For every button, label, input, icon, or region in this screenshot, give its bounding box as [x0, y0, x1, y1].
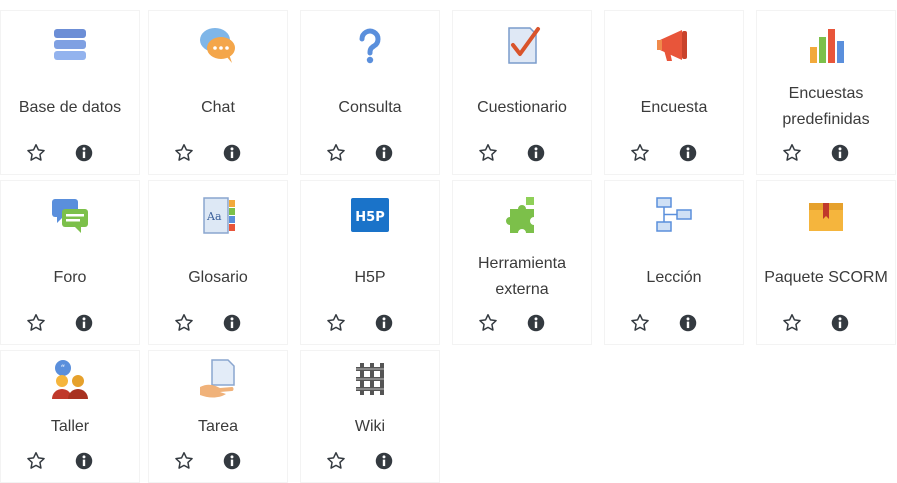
info-circle-icon[interactable] — [373, 312, 395, 334]
star-outline-icon[interactable] — [325, 142, 347, 164]
activity-tile-paquete-scorm[interactable]: Paquete SCORM — [756, 180, 896, 345]
activity-label: Herramienta externa — [477, 255, 567, 298]
star-outline-icon[interactable] — [477, 142, 499, 164]
info-circle-icon[interactable] — [73, 142, 95, 164]
star-outline-icon[interactable] — [781, 312, 803, 334]
database-icon — [54, 29, 86, 60]
activity-tile-encuestas-predefinidas[interactable]: Encuestas predefinidas — [756, 10, 896, 175]
activity-label: Wiki — [354, 418, 386, 435]
activity-chooser-grid: Base de datos Chat Consulta Cuestionario… — [0, 0, 897, 483]
info-circle-icon[interactable] — [373, 142, 395, 164]
activity-tile-foro[interactable]: Foro — [0, 180, 140, 345]
star-outline-icon[interactable] — [173, 142, 195, 164]
info-circle-icon[interactable] — [73, 450, 95, 472]
activity-label: Lección — [646, 269, 702, 286]
question-mark-icon — [359, 28, 381, 64]
svg-text:“: “ — [61, 364, 66, 374]
activity-tile-glosario[interactable]: Aa Glosario — [148, 180, 288, 345]
h5p-logo-icon: H5P — [351, 198, 389, 232]
star-outline-icon[interactable] — [629, 312, 651, 334]
info-circle-icon[interactable] — [677, 142, 699, 164]
activity-label: H5P — [354, 269, 386, 286]
activity-label: Cuestionario — [477, 99, 567, 116]
activity-tile-wiki[interactable]: Wiki — [300, 350, 440, 483]
info-circle-icon[interactable] — [221, 142, 243, 164]
megaphone-icon — [657, 30, 687, 61]
activity-tile-taller[interactable]: “ Taller — [0, 350, 140, 483]
svg-text:H5P: H5P — [355, 210, 384, 225]
star-outline-icon[interactable] — [325, 450, 347, 472]
assignment-hand-icon — [200, 359, 235, 398]
quiz-checkmark-icon — [508, 27, 540, 64]
activity-label: Chat — [201, 99, 235, 116]
star-outline-icon[interactable] — [325, 312, 347, 334]
info-circle-icon[interactable] — [829, 312, 851, 334]
workshop-people-icon: “ — [52, 360, 88, 399]
activity-label: Tarea — [197, 418, 239, 435]
svg-text:Aa: Aa — [206, 210, 222, 223]
star-outline-icon[interactable] — [781, 142, 803, 164]
star-outline-icon[interactable] — [629, 142, 651, 164]
star-outline-icon[interactable] — [477, 312, 499, 334]
info-circle-icon[interactable] — [677, 312, 699, 334]
bar-chart-icon — [810, 29, 844, 63]
star-outline-icon[interactable] — [25, 450, 47, 472]
activity-tile-base-de-datos[interactable]: Base de datos — [0, 10, 140, 175]
star-outline-icon[interactable] — [173, 312, 195, 334]
forum-bubbles-icon — [52, 199, 88, 233]
lesson-flowchart-icon — [656, 197, 692, 232]
activity-label: Taller — [50, 418, 90, 435]
activity-tile-tarea[interactable]: Tarea — [148, 350, 288, 483]
scorm-package-box-icon — [809, 203, 843, 231]
activity-label: Consulta — [338, 99, 402, 116]
info-circle-icon[interactable] — [525, 142, 547, 164]
activity-tile-consulta[interactable]: Consulta — [300, 10, 440, 175]
info-circle-icon[interactable] — [221, 312, 243, 334]
activity-label: Encuestas predefinidas — [782, 85, 870, 128]
star-outline-icon[interactable] — [25, 312, 47, 334]
puzzle-piece-icon — [506, 197, 534, 233]
info-circle-icon[interactable] — [373, 450, 395, 472]
activity-tile-chat[interactable]: Chat — [148, 10, 288, 175]
activity-tile-leccion[interactable]: Lección — [604, 180, 744, 345]
activity-label: Base de datos — [18, 99, 122, 116]
activity-tile-cuestionario[interactable]: Cuestionario — [452, 10, 592, 175]
activity-tile-encuesta[interactable]: Encuesta — [604, 10, 744, 175]
info-circle-icon[interactable] — [829, 142, 851, 164]
activity-label: Encuesta — [640, 99, 708, 116]
glossary-book-icon: Aa — [203, 197, 235, 234]
activity-label: Glosario — [188, 269, 248, 286]
activity-tile-h5p[interactable]: H5P H5P — [300, 180, 440, 345]
chat-bubbles-icon — [200, 28, 235, 63]
activity-tile-herramienta-externa[interactable]: Herramienta externa — [452, 180, 592, 345]
star-outline-icon[interactable] — [173, 450, 195, 472]
star-outline-icon[interactable] — [25, 142, 47, 164]
activity-label: Foro — [53, 269, 87, 286]
info-circle-icon[interactable] — [73, 312, 95, 334]
wiki-knot-icon — [356, 363, 384, 395]
activity-label: Paquete SCORM — [764, 269, 888, 286]
info-circle-icon[interactable] — [525, 312, 547, 334]
info-circle-icon[interactable] — [221, 450, 243, 472]
